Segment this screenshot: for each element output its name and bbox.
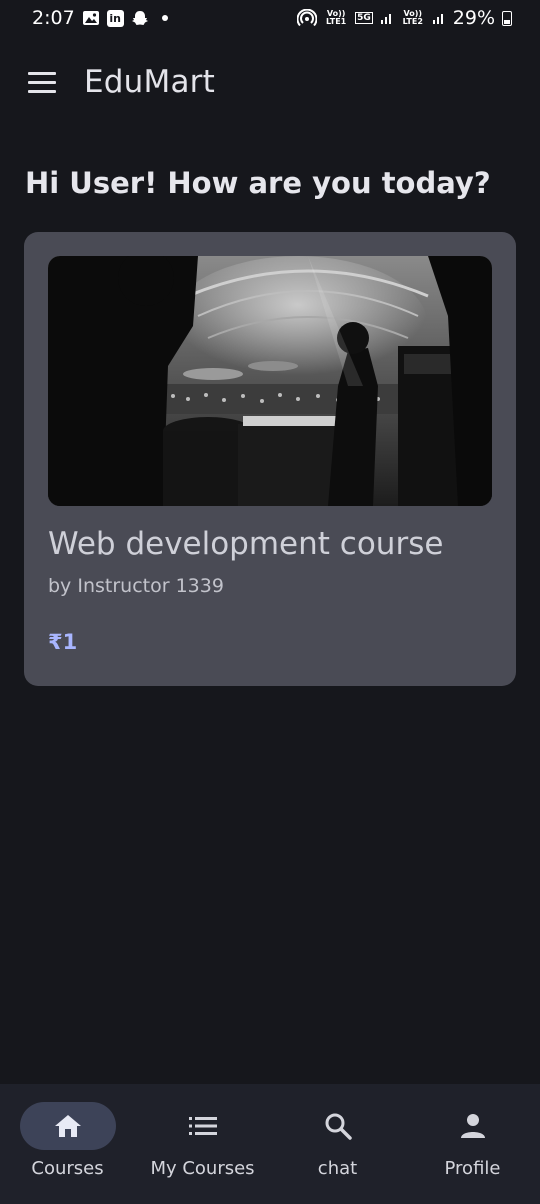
- search-icon: [324, 1112, 352, 1140]
- notification-dot-icon: [161, 15, 168, 21]
- bottom-navigation: Courses My Courses chat Profile: [0, 1084, 540, 1204]
- person-icon: [459, 1112, 487, 1140]
- app-title: EduMart: [84, 64, 215, 100]
- nav-label-my-courses: My Courses: [150, 1158, 255, 1179]
- course-title: Web development course: [48, 526, 444, 562]
- gallery-icon: [82, 10, 100, 26]
- greeting-text: Hi User! How are you today?: [25, 166, 491, 200]
- nav-item-profile[interactable]: Profile: [405, 1084, 540, 1204]
- nav-label-courses: Courses: [31, 1158, 104, 1179]
- nav-label-profile: Profile: [444, 1158, 501, 1179]
- course-thumbnail-image: [48, 256, 492, 506]
- list-icon: [188, 1115, 217, 1137]
- status-bar-right: Vo)) LTE1 5G Vo)) LTE2 29%: [297, 7, 512, 29]
- course-price: ₹1: [48, 630, 78, 654]
- network-type-indicator: 5G: [355, 12, 373, 24]
- nav-active-indicator: [19, 1102, 116, 1150]
- status-time: 2:07: [32, 7, 75, 29]
- nav-icon-container: [155, 1102, 251, 1150]
- home-icon: [54, 1113, 82, 1139]
- top-app-bar: EduMart: [0, 52, 540, 112]
- nav-icon-container: [425, 1102, 521, 1150]
- hotspot-icon: [297, 9, 318, 27]
- lte2-indicator: Vo)) LTE2: [402, 9, 423, 26]
- app-screen: 2:07 in Vo)) LTE1 5G Vo)) LTE2 29% EduMa…: [0, 0, 540, 1204]
- battery-percentage: 29%: [452, 7, 495, 29]
- nav-label-chat: chat: [317, 1158, 358, 1179]
- lte1-indicator: Vo)) LTE1: [325, 9, 347, 26]
- signal-icon: [380, 11, 394, 25]
- nav-item-chat[interactable]: chat: [270, 1084, 405, 1204]
- linkedin-icon: in: [106, 9, 124, 27]
- status-bar-left: 2:07 in: [32, 7, 168, 29]
- course-instructor: by Instructor 1339: [48, 575, 224, 597]
- status-bar: 2:07 in Vo)) LTE1 5G Vo)) LTE2 29%: [0, 0, 540, 36]
- hamburger-menu-icon[interactable]: [12, 52, 72, 112]
- battery-icon: [502, 10, 512, 26]
- snapchat-icon: [131, 10, 149, 27]
- nav-item-my-courses[interactable]: My Courses: [135, 1084, 270, 1204]
- nav-icon-container: [290, 1102, 386, 1150]
- nav-item-courses[interactable]: Courses: [0, 1084, 135, 1204]
- course-card[interactable]: Web development course by Instructor 133…: [24, 232, 516, 686]
- signal-icon-2: [432, 11, 446, 25]
